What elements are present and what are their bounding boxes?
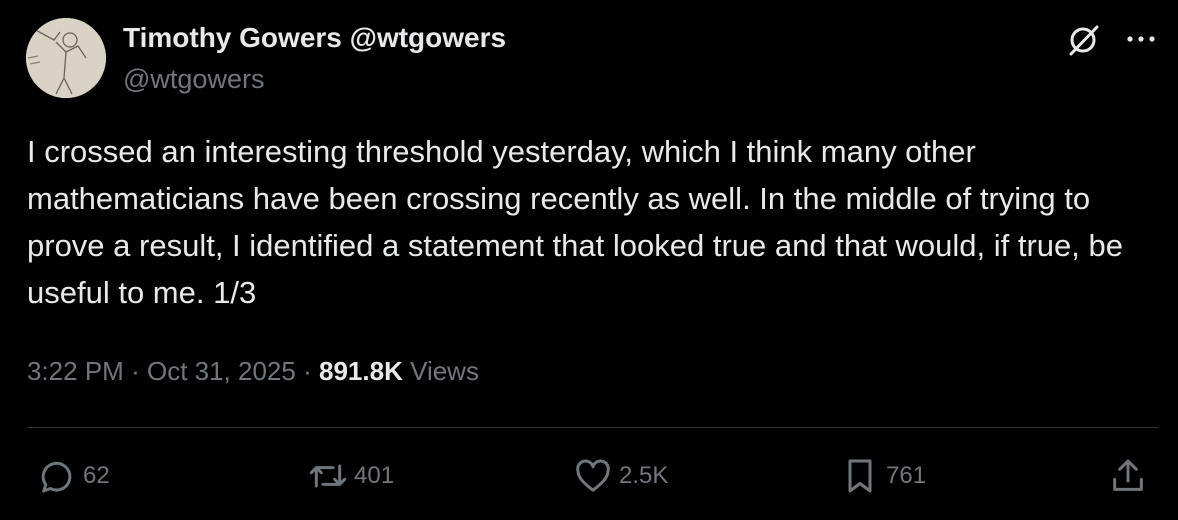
views-count: 891.8K (319, 356, 403, 386)
grok-icon[interactable] (1066, 22, 1102, 58)
sketch-portrait-avatar (26, 18, 106, 98)
like-count: 2.5K (619, 462, 669, 489)
more-icon[interactable] (1124, 24, 1158, 54)
meta-separator: · (303, 356, 312, 386)
tweet-time[interactable]: 3:22 PM (27, 356, 124, 386)
reply-button[interactable]: 62 (37, 456, 110, 496)
avatar[interactable] (26, 18, 106, 98)
author-handle[interactable]: @wtgowers (123, 64, 264, 95)
share-icon (1113, 459, 1143, 491)
repost-count: 401 (354, 462, 395, 489)
views-label: Views (410, 356, 479, 386)
reply-icon (41, 461, 72, 493)
meta-separator: · (131, 356, 140, 386)
bookmark-icon (848, 459, 872, 493)
tweet-meta: 3:22 PM · Oct 31, 2025 · 891.8K Views (27, 356, 479, 387)
bookmark-button[interactable]: 761 (840, 456, 926, 496)
divider (27, 427, 1158, 428)
tweet-text: I crossed an interesting threshold yeste… (27, 134, 1123, 310)
reply-count: 62 (83, 462, 110, 489)
bookmark-count: 761 (886, 462, 927, 489)
repost-icon (309, 464, 347, 488)
author-display-name[interactable]: Timothy Gowers @wtgowers (123, 22, 506, 54)
tweet-date[interactable]: Oct 31, 2025 (147, 356, 296, 386)
repost-button[interactable]: 401 (308, 456, 394, 496)
heart-icon (576, 459, 610, 492)
like-button[interactable]: 2.5K (573, 456, 668, 496)
share-button[interactable] (1108, 456, 1148, 496)
